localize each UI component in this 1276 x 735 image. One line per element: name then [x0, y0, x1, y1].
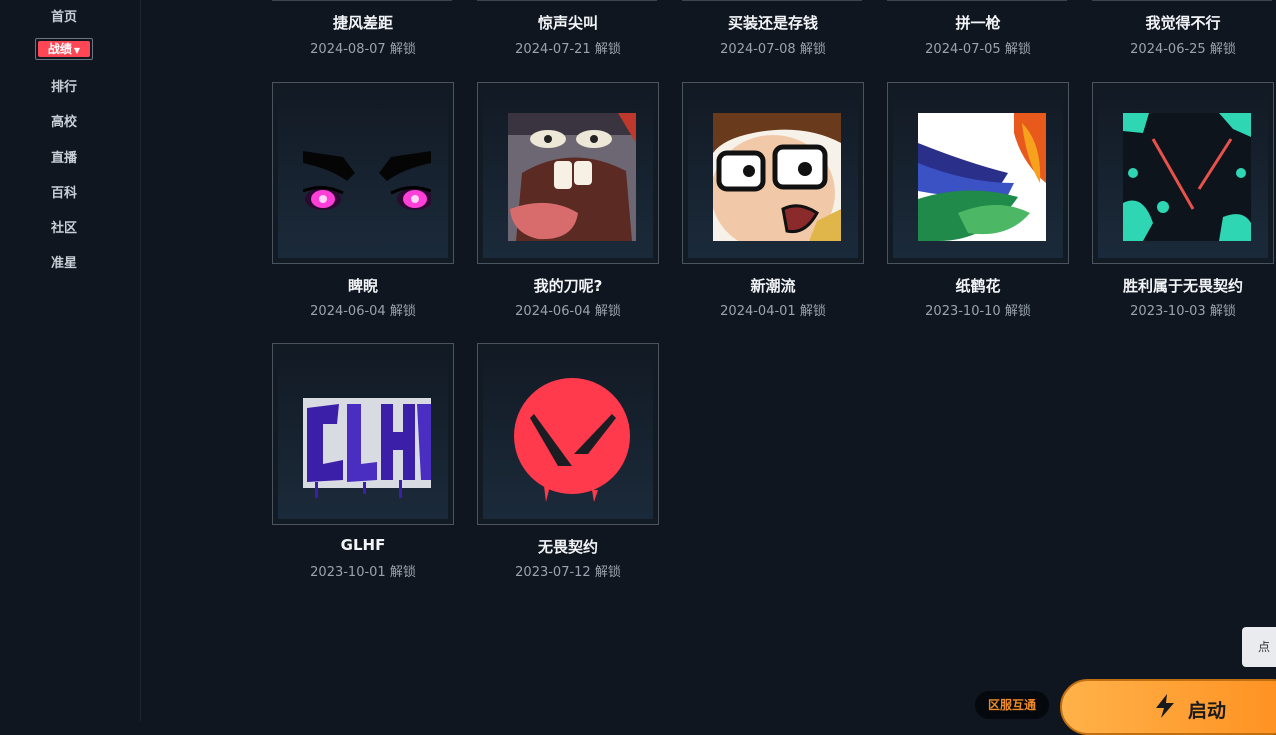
purple-eyes-icon	[303, 113, 431, 241]
spray-unlock-date: 2024-07-08 解锁	[720, 42, 826, 57]
nav-item-colleges[interactable]: 高校	[0, 111, 128, 130]
nav-item-crosshair[interactable]: 准星	[0, 252, 128, 271]
spray-frame[interactable]	[272, 82, 454, 264]
spray-frame[interactable]	[887, 82, 1069, 264]
spray-unlock-date: 2024-07-05 解锁	[925, 42, 1031, 57]
floating-hint-tab[interactable]: 点	[1242, 627, 1276, 667]
spray-title: 买装还是存钱	[727, 14, 818, 32]
nav-item-stats[interactable]: 战绩 ▼	[35, 38, 93, 60]
nav-item-stats-label: 战绩	[47, 42, 72, 56]
teal-v-logo-icon	[1123, 113, 1251, 241]
spray-frame[interactable]	[477, 343, 659, 525]
region-interop-badge[interactable]: 区服互通	[975, 691, 1049, 719]
spray-title: 惊声尖叫	[537, 14, 598, 32]
spray-unlock-date: 2024-04-01 解锁	[720, 304, 826, 319]
spray-title: 我觉得不行	[1145, 14, 1221, 32]
glhf-graffiti-icon	[303, 374, 431, 502]
glasses-face-icon	[713, 113, 841, 241]
screaming-creature-icon	[508, 113, 636, 241]
spray-title: 我的刀呢?	[533, 277, 603, 295]
nav-item-community[interactable]: 社区	[0, 217, 128, 236]
nav-item-home[interactable]: 首页	[0, 6, 128, 25]
spray-title: 捷风差距	[332, 14, 393, 32]
spray-title: 睥睨	[347, 277, 378, 295]
spray-unlock-date: 2023-07-12 解锁	[515, 565, 621, 580]
nav-item-wiki[interactable]: 百科	[0, 182, 128, 201]
caret-down-icon: ▼	[73, 46, 81, 55]
nav-item-ranking[interactable]: 排行	[0, 76, 128, 95]
spray-collection: 捷风差距 2024-08-07 解锁 惊声尖叫 2024-07-21 解锁 买装…	[141, 0, 1276, 721]
spray-unlock-date: 2023-10-03 解锁	[1130, 304, 1236, 319]
sidebar: 首页 战绩 ▼ 排行 高校 直播 百科 社区 准星	[0, 0, 141, 721]
spray-unlock-date: 2023-10-01 解锁	[310, 565, 416, 580]
spray-title: 纸鹤花	[955, 277, 1001, 295]
spray-unlock-date: 2024-06-04 解锁	[515, 304, 621, 319]
valorant-logo-icon	[508, 374, 636, 502]
spray-title: 无畏契约	[537, 538, 598, 556]
spray-frame[interactable]	[477, 82, 659, 264]
spray-frame[interactable]	[272, 343, 454, 525]
spray-frame[interactable]	[1092, 82, 1274, 264]
spray-unlock-date: 2024-06-04 解锁	[310, 304, 416, 319]
spray-title: 拼一枪	[955, 14, 1001, 32]
lightning-icon	[1156, 694, 1174, 718]
spray-frame[interactable]	[682, 82, 864, 264]
spray-title: 胜利属于无畏契约	[1122, 277, 1243, 295]
spray-unlock-date: 2024-06-25 解锁	[1130, 42, 1236, 57]
paper-crane-flower-icon	[918, 113, 1046, 241]
spray-title: GLHF	[340, 536, 386, 554]
nav-item-stats-pill[interactable]: 战绩 ▼	[38, 41, 90, 57]
launch-label: 启动	[1188, 700, 1227, 722]
spray-unlock-date: 2023-10-10 解锁	[925, 304, 1031, 319]
spray-unlock-date: 2024-07-21 解锁	[515, 42, 621, 57]
spray-unlock-date: 2024-08-07 解锁	[310, 42, 416, 57]
launch-button[interactable]: 启动	[1060, 679, 1276, 735]
spray-title: 新潮流	[750, 277, 796, 295]
nav-item-live[interactable]: 直播	[0, 147, 128, 166]
